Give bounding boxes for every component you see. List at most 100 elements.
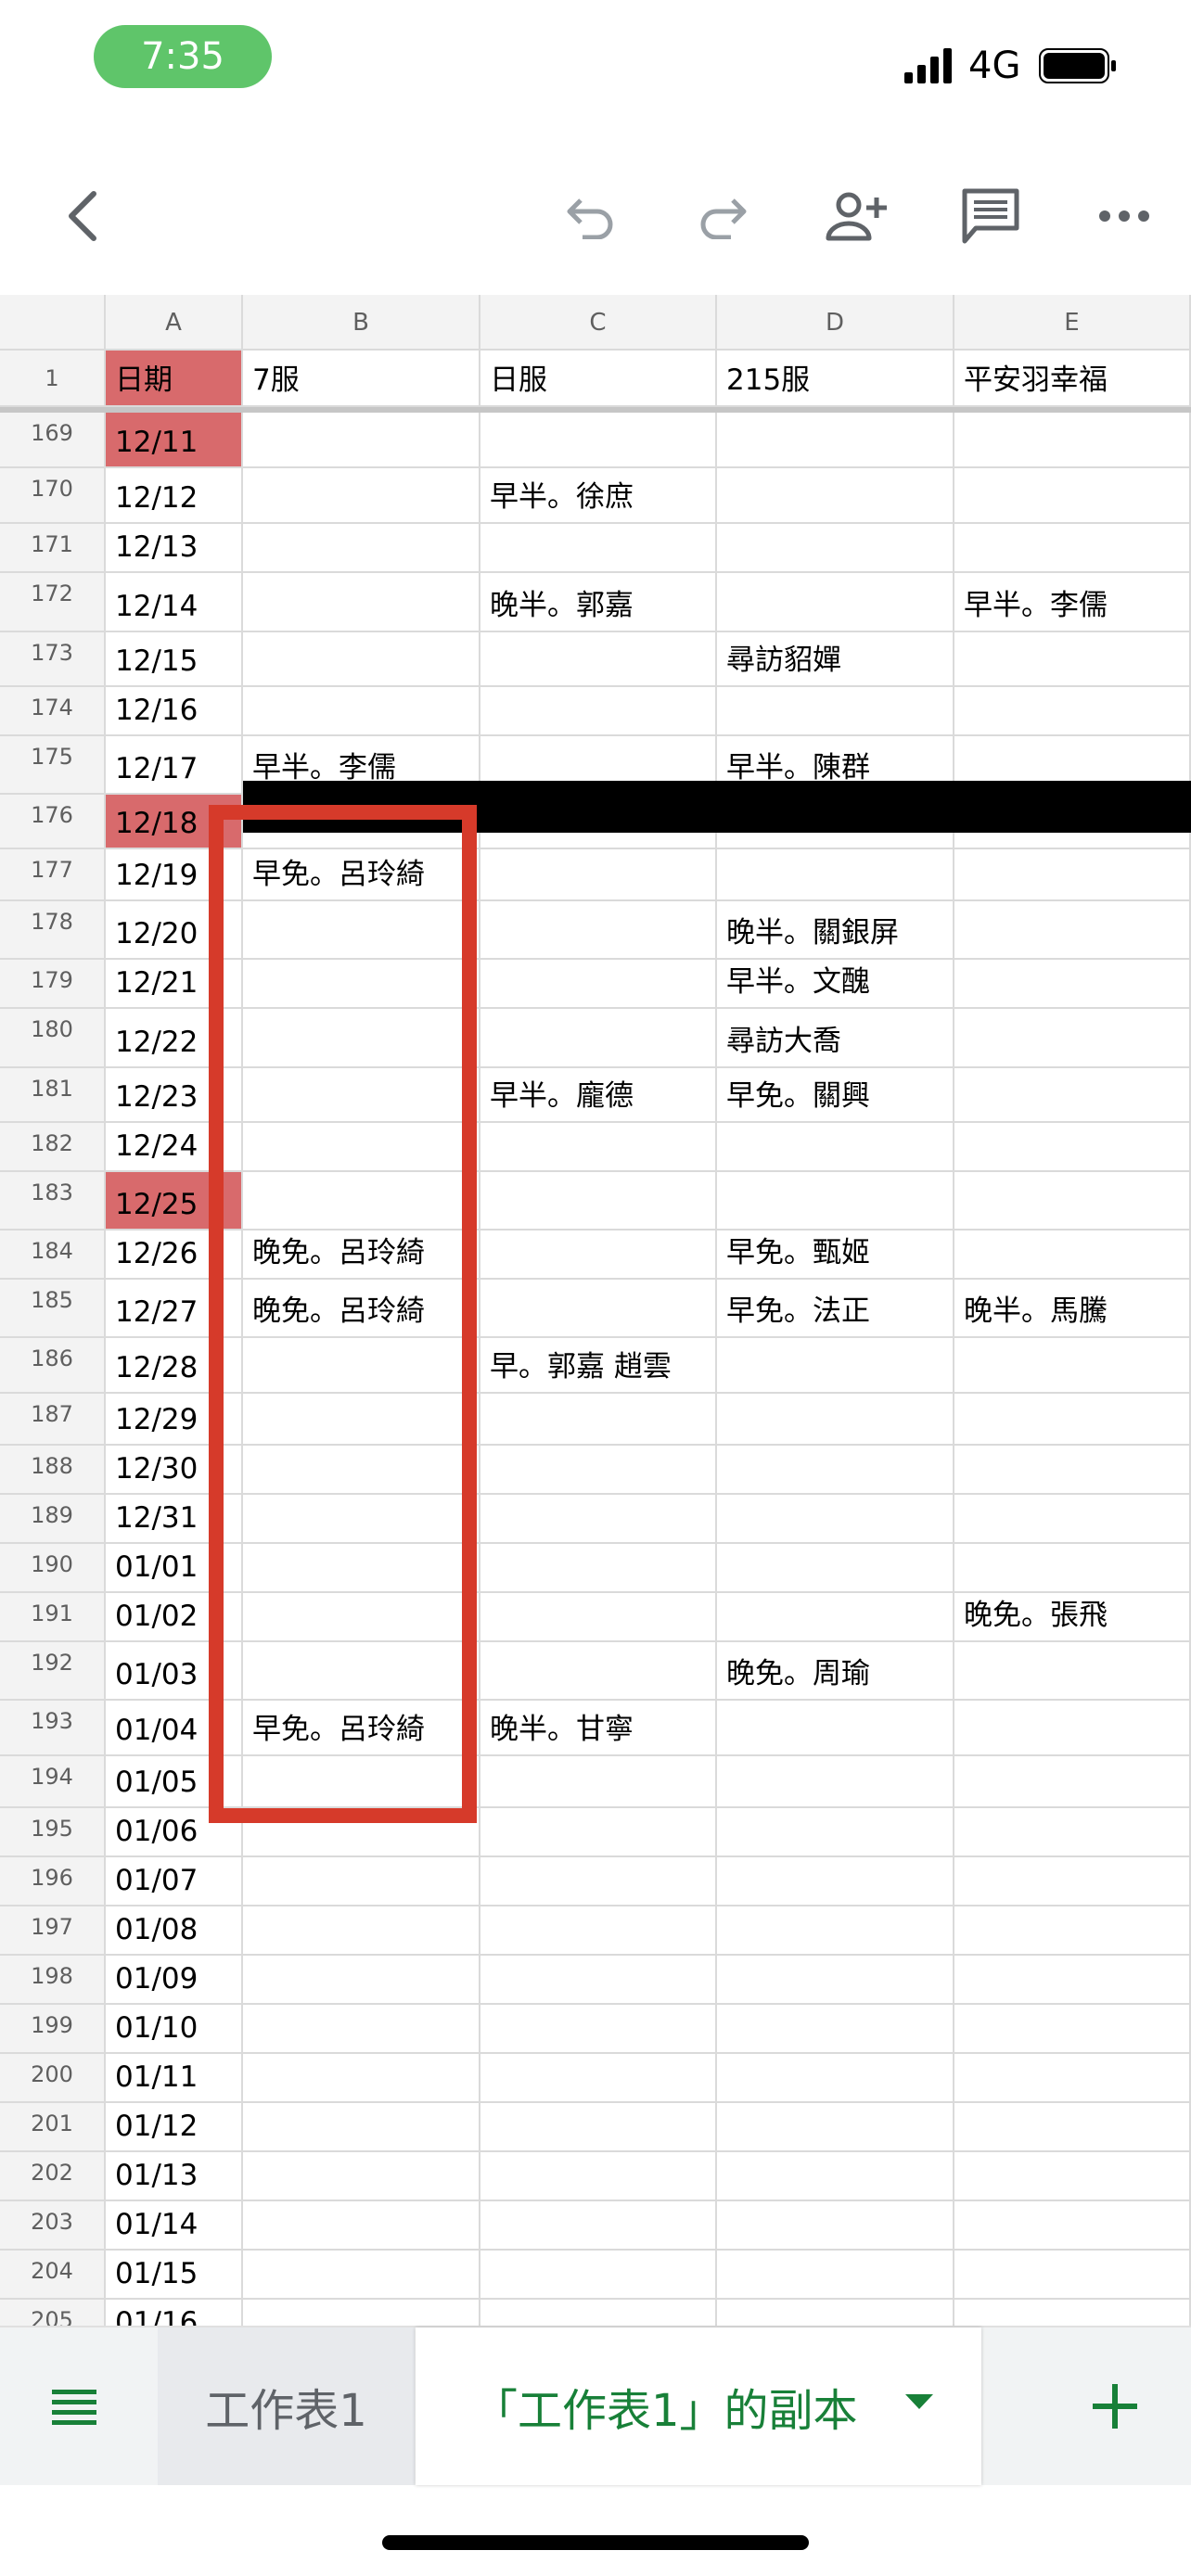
cell-d[interactable] bbox=[717, 849, 954, 901]
cell-e[interactable]: 晚免。張飛 bbox=[954, 1593, 1191, 1642]
row-number[interactable]: 189 bbox=[0, 1495, 106, 1544]
cell-b[interactable] bbox=[243, 573, 480, 632]
cell-e[interactable] bbox=[954, 1123, 1191, 1172]
cell-c[interactable] bbox=[480, 2103, 717, 2152]
cell-e[interactable] bbox=[954, 2300, 1191, 2326]
row-number[interactable]: 171 bbox=[0, 524, 106, 573]
row-number[interactable]: 180 bbox=[0, 1009, 106, 1068]
column-header-E[interactable]: E bbox=[954, 295, 1191, 351]
cell-d[interactable] bbox=[717, 2152, 954, 2201]
cell-e[interactable] bbox=[954, 2005, 1191, 2054]
cell-b[interactable] bbox=[243, 468, 480, 524]
cell-c[interactable] bbox=[480, 1808, 717, 1857]
cell-a[interactable]: 01/11 bbox=[106, 2054, 243, 2103]
row-number[interactable]: 195 bbox=[0, 1808, 106, 1857]
cell-b[interactable] bbox=[243, 2054, 480, 2103]
cell-d[interactable] bbox=[717, 687, 954, 736]
cell-c[interactable] bbox=[480, 2152, 717, 2201]
cell-a[interactable]: 01/14 bbox=[106, 2201, 243, 2251]
corner-cell[interactable] bbox=[0, 295, 106, 351]
cell-a[interactable]: 12/17 bbox=[106, 736, 243, 795]
header-cell-d[interactable]: 215服 bbox=[717, 351, 954, 407]
back-icon[interactable] bbox=[45, 179, 119, 253]
cell-d[interactable] bbox=[717, 468, 954, 524]
cell-e[interactable] bbox=[954, 1009, 1191, 1068]
undo-icon[interactable] bbox=[553, 179, 627, 253]
cell-b[interactable] bbox=[243, 2251, 480, 2300]
cell-e[interactable] bbox=[954, 632, 1191, 687]
cell-d[interactable] bbox=[717, 2103, 954, 2152]
cell-e[interactable]: 晚半。馬騰 bbox=[954, 1280, 1191, 1338]
cell-d[interactable] bbox=[717, 1338, 954, 1394]
cell-d[interactable]: 晚半。關銀屏 bbox=[717, 901, 954, 960]
row-number[interactable]: 178 bbox=[0, 901, 106, 960]
row-number[interactable]: 194 bbox=[0, 1756, 106, 1808]
cell-c[interactable] bbox=[480, 1009, 717, 1068]
cell-c[interactable] bbox=[480, 1756, 717, 1808]
cell-d[interactable] bbox=[717, 1808, 954, 1857]
cell-d[interactable] bbox=[717, 2005, 954, 2054]
cell-c[interactable]: 早半。徐庶 bbox=[480, 468, 717, 524]
cell-e[interactable] bbox=[954, 2152, 1191, 2201]
cell-d[interactable] bbox=[717, 524, 954, 573]
cell-e[interactable] bbox=[954, 1338, 1191, 1394]
cell-c[interactable] bbox=[480, 1906, 717, 1956]
cell-c[interactable] bbox=[480, 2054, 717, 2103]
cell-c[interactable] bbox=[480, 1394, 717, 1446]
cell-b[interactable] bbox=[243, 413, 480, 468]
row-number[interactable]: 196 bbox=[0, 1857, 106, 1906]
cell-c[interactable] bbox=[480, 1642, 717, 1701]
cell-e[interactable] bbox=[954, 524, 1191, 573]
cell-c[interactable] bbox=[480, 632, 717, 687]
cell-c[interactable] bbox=[480, 1857, 717, 1906]
tab-sheet1-copy[interactable]: 「工作表1」的副本 bbox=[416, 2327, 981, 2485]
cell-e[interactable] bbox=[954, 413, 1191, 468]
cell-d[interactable]: 早免。甄姬 bbox=[717, 1231, 954, 1280]
cell-d[interactable] bbox=[717, 1701, 954, 1756]
cell-d[interactable] bbox=[717, 1956, 954, 2005]
cell-b[interactable] bbox=[243, 2300, 480, 2326]
header-cell-c[interactable]: 日服 bbox=[480, 351, 717, 407]
cell-d[interactable] bbox=[717, 1495, 954, 1544]
column-header-B[interactable]: B bbox=[243, 295, 480, 351]
cell-e[interactable] bbox=[954, 1857, 1191, 1906]
cell-a[interactable]: 12/16 bbox=[106, 687, 243, 736]
cell-d[interactable]: 晚免。周瑜 bbox=[717, 1642, 954, 1701]
cell-d[interactable]: 早免。法正 bbox=[717, 1280, 954, 1338]
row-number[interactable]: 190 bbox=[0, 1544, 106, 1593]
cell-a[interactable]: 12/14 bbox=[106, 573, 243, 632]
cell-e[interactable] bbox=[954, 2201, 1191, 2251]
row-number[interactable]: 193 bbox=[0, 1701, 106, 1756]
cell-c[interactable]: 晚半。甘寧 bbox=[480, 1701, 717, 1756]
cell-d[interactable] bbox=[717, 1593, 954, 1642]
cell-d[interactable]: 早免。關興 bbox=[717, 1068, 954, 1123]
cell-c[interactable] bbox=[480, 1446, 717, 1495]
row-number[interactable]: 184 bbox=[0, 1231, 106, 1280]
row-number[interactable]: 1 bbox=[0, 351, 106, 407]
row-number[interactable]: 204 bbox=[0, 2251, 106, 2300]
cell-e[interactable] bbox=[954, 1495, 1191, 1544]
row-number[interactable]: 185 bbox=[0, 1280, 106, 1338]
add-person-icon[interactable] bbox=[820, 179, 894, 253]
row-number[interactable]: 186 bbox=[0, 1338, 106, 1394]
cell-e[interactable] bbox=[954, 1642, 1191, 1701]
cell-a[interactable]: 01/08 bbox=[106, 1906, 243, 1956]
row-number[interactable]: 205 bbox=[0, 2300, 106, 2326]
cell-b[interactable] bbox=[243, 1956, 480, 2005]
row-number[interactable]: 173 bbox=[0, 632, 106, 687]
header-cell-e[interactable]: 平安羽幸福 bbox=[954, 351, 1191, 407]
cell-d[interactable] bbox=[717, 1544, 954, 1593]
cell-d[interactable] bbox=[717, 1906, 954, 1956]
cell-c[interactable] bbox=[480, 901, 717, 960]
row-number[interactable]: 175 bbox=[0, 736, 106, 795]
column-header-D[interactable]: D bbox=[717, 295, 954, 351]
row-number[interactable]: 169 bbox=[0, 413, 106, 468]
cell-b[interactable] bbox=[243, 524, 480, 573]
cell-c[interactable] bbox=[480, 1231, 717, 1280]
cell-a[interactable]: 01/07 bbox=[106, 1857, 243, 1906]
cell-c[interactable] bbox=[480, 1956, 717, 2005]
row-number[interactable]: 170 bbox=[0, 468, 106, 524]
cell-e[interactable] bbox=[954, 1231, 1191, 1280]
cell-e[interactable] bbox=[954, 468, 1191, 524]
cell-c[interactable] bbox=[480, 960, 717, 1009]
